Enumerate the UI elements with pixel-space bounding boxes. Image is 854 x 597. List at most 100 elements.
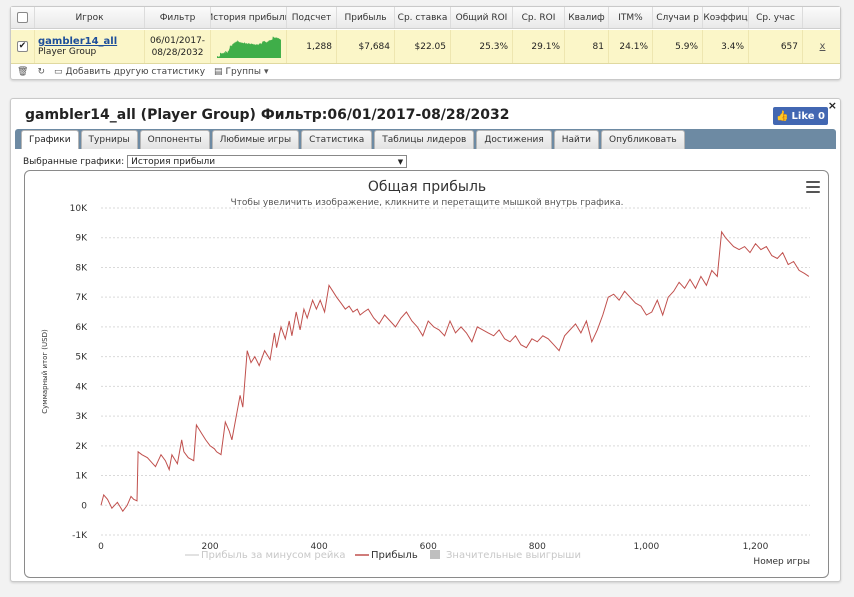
remove-cell: x <box>803 30 842 63</box>
player-cell: gambler14_all Player Group <box>35 30 145 63</box>
col-header-avg-roi[interactable]: Ср. ROI <box>513 7 565 28</box>
filter-end: 08/28/2032 <box>151 47 204 58</box>
x-tick-label: 0 <box>98 542 104 552</box>
avg-roi-value: 29.1% <box>513 30 565 63</box>
legend-profit[interactable]: Прибыль <box>371 550 418 561</box>
like-label: Like 0 <box>791 110 825 122</box>
groups-icon: ▤ <box>214 67 223 77</box>
close-panel-button[interactable]: × <box>828 99 837 112</box>
add-stat-button[interactable]: ▭ Добавить другую статистику <box>54 67 205 77</box>
tab-6[interactable]: Достижения <box>476 130 552 149</box>
tab-7[interactable]: Найти <box>553 130 599 149</box>
y-tick-label: 10K <box>70 204 88 214</box>
y-tick-label: 2K <box>75 442 88 452</box>
count-value: 1,288 <box>287 30 337 63</box>
graph-select-label: Выбранные графики: <box>23 156 125 167</box>
avg-participants-value: 657 <box>749 30 803 63</box>
cases-value: 5.9% <box>653 30 703 63</box>
tab-2[interactable]: Оппоненты <box>139 130 210 149</box>
stats-table-header: Игрок Фильтр История прибыли Подсчет При… <box>11 7 840 29</box>
row-select-cell[interactable]: ✔ <box>11 30 35 63</box>
player-group-label: Player Group <box>38 47 97 57</box>
profit-chart[interactable]: Общая прибыль Чтобы увеличить изображение… <box>25 171 829 578</box>
profit-sparkline-cell[interactable] <box>211 30 287 63</box>
y-tick-label: 3K <box>75 412 88 422</box>
panel-title: gambler14_all (Player Group) Фильтр:06/0… <box>25 107 510 123</box>
graph-select-value: История прибыли <box>131 156 216 167</box>
refresh-icon[interactable]: ↻ <box>37 67 45 77</box>
trash-icon[interactable]: 🗑 <box>17 67 28 77</box>
y-tick-label: 6K <box>75 323 88 333</box>
player-panel: × gambler14_all (Player Group) Фильтр:06… <box>10 98 841 582</box>
itm-value: 24.1% <box>609 30 653 63</box>
y-tick-label: 5K <box>75 353 88 363</box>
avg-stake-value: $22.05 <box>395 30 451 63</box>
stats-table-row[interactable]: ✔ gambler14_all Player Group 06/01/2017-… <box>11 30 840 64</box>
coeff-value: 3.4% <box>703 30 749 63</box>
thumbs-up-icon: 👍 <box>776 110 789 122</box>
remove-row-link[interactable]: x <box>820 41 826 52</box>
sparkline-area <box>216 35 281 58</box>
filter-start: 06/01/2017- <box>149 35 206 46</box>
chart-menu-icon[interactable] <box>806 181 820 196</box>
y-axis-title: Суммарный итог (USD) <box>41 329 49 414</box>
col-header-filter[interactable]: Фильтр <box>145 7 211 28</box>
chart-container[interactable]: Общая прибыль Чтобы увеличить изображение… <box>24 170 829 578</box>
tabs-bar: Графики Турниры Оппоненты Любимые игры Стати… <box>15 129 836 149</box>
tab-5[interactable]: Таблицы лидеров <box>374 130 475 149</box>
stats-panel: Игрок Фильтр История прибыли Подсчет При… <box>10 6 841 80</box>
legend-profit-minus-rake[interactable]: Прибыль за минусом рейка <box>201 550 346 561</box>
stats-toolbar: 🗑 ↻ ▭ Добавить другую статистику ▤ Групп… <box>17 65 268 79</box>
filter-cell: 06/01/2017- 08/28/2032 <box>145 30 211 63</box>
chart-subtitle: Чтобы увеличить изображение, кликните и … <box>230 198 623 208</box>
y-tick-label: 8K <box>75 263 88 273</box>
legend-swatch-big-wins <box>430 550 440 559</box>
y-tick-label: 9K <box>75 234 88 244</box>
col-header-profit-history[interactable]: История прибыли <box>211 7 287 28</box>
col-header-qualif[interactable]: Квалиф <box>565 7 609 28</box>
col-header-cases[interactable]: Случаи р <box>653 7 703 28</box>
tab-0[interactable]: Графики <box>21 130 79 149</box>
profit-sparkline <box>216 35 281 58</box>
tab-8[interactable]: Опубликовать <box>600 130 685 149</box>
y-tick-label: 1K <box>75 472 88 482</box>
y-tick-label: 4K <box>75 382 88 392</box>
tab-4[interactable]: Статистика <box>301 130 373 149</box>
x-tick-label: 1,200 <box>743 542 769 552</box>
legend-big-wins[interactable]: Значительные выигрыши <box>446 550 581 561</box>
col-header-count[interactable]: Подсчет <box>287 7 337 28</box>
col-header-avg-stake[interactable]: Ср. ставка <box>395 7 451 28</box>
groups-label: Группы <box>225 67 261 77</box>
col-header-coeff[interactable]: Коэффиц <box>703 7 749 28</box>
profit-value: $7,684 <box>337 30 395 63</box>
col-header-itm[interactable]: ITM% <box>609 7 653 28</box>
tab-1[interactable]: Турниры <box>80 130 138 149</box>
add-stat-label: Добавить другую статистику <box>65 67 206 77</box>
add-column-icon: ▭ <box>53 67 63 77</box>
groups-button[interactable]: ▤ Группы ▾ <box>214 67 268 77</box>
player-name-link[interactable]: gambler14_all <box>38 36 117 47</box>
col-header-total-roi[interactable]: Общий ROI <box>451 7 513 28</box>
y-tick-label: -1K <box>72 531 88 541</box>
total-roi-value: 25.3% <box>451 30 513 63</box>
col-header-avg-participants[interactable]: Ср. учас <box>749 7 803 28</box>
select-all-checkbox[interactable] <box>17 12 28 23</box>
tab-3[interactable]: Любимые игры <box>211 130 300 149</box>
qualif-value: 81 <box>565 30 609 63</box>
col-header-profit[interactable]: Прибыль <box>337 7 395 28</box>
facebook-like-button[interactable]: 👍 Like 0 <box>773 107 828 125</box>
y-tick-label: 0 <box>81 501 87 511</box>
dropdown-arrow-icon: ▼ <box>397 157 404 166</box>
y-tick-label: 7K <box>75 293 88 303</box>
graph-select-dropdown[interactable]: История прибыли ▼ <box>127 155 408 168</box>
select-all-cell[interactable] <box>11 7 35 28</box>
row-checkbox[interactable]: ✔ <box>17 41 28 52</box>
col-header-player[interactable]: Игрок <box>35 7 145 28</box>
col-header-actions <box>803 7 842 28</box>
chevron-down-icon: ▾ <box>263 67 269 77</box>
x-axis-title: Номер игры <box>753 557 810 567</box>
x-tick-label: 1,000 <box>634 542 660 552</box>
graph-select-row: Выбранные графики: История прибыли ▼ <box>23 155 408 168</box>
chart-title: Общая прибыль <box>368 179 486 195</box>
profit-series-line <box>100 230 810 513</box>
